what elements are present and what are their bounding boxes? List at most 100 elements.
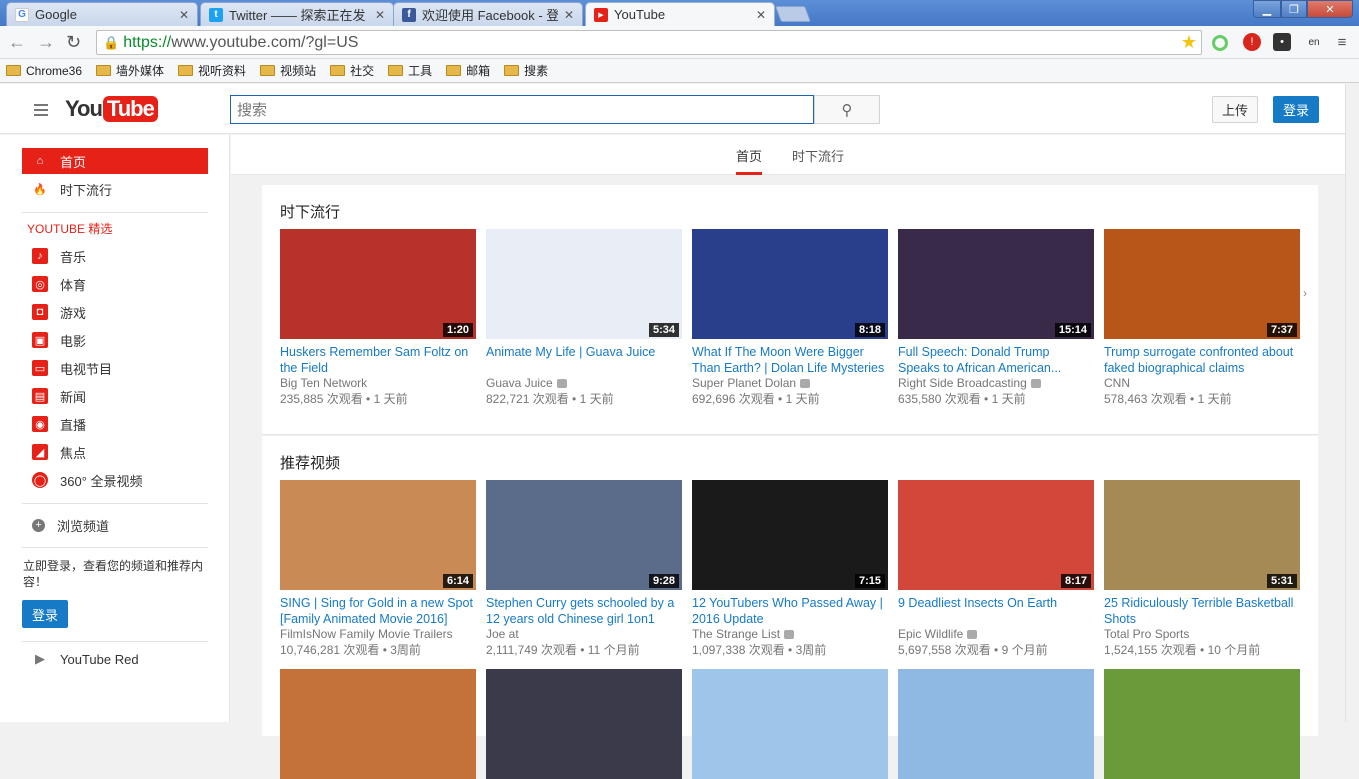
bookmark-folder[interactable]: 工具 xyxy=(388,62,432,79)
video-title[interactable]: Huskers Remember Sam Foltz on the Field xyxy=(280,344,476,376)
video-thumbnail[interactable]: 6:14 xyxy=(280,480,476,590)
channel-name[interactable]: CNN xyxy=(1104,376,1130,390)
video-card[interactable]: 9:28 Stephen Curry gets schooled by a 12 … xyxy=(486,480,682,658)
video-card[interactable]: 6:14 SING | Sing for Gold in a new Spot [… xyxy=(280,480,476,658)
close-tab-icon[interactable]: ✕ xyxy=(375,8,385,22)
video-thumbnail[interactable]: 5:34 xyxy=(486,229,682,339)
new-tab-button[interactable] xyxy=(775,6,811,22)
reload-icon[interactable]: ↻ xyxy=(66,32,81,53)
video-card[interactable]: 7:15 12 YouTubers Who Passed Away | 2016 … xyxy=(692,480,888,658)
guide-menu-icon[interactable] xyxy=(34,104,48,119)
bookmark-folder[interactable]: 视听资料 xyxy=(178,62,246,79)
video-thumbnail[interactable] xyxy=(486,669,682,779)
video-title[interactable]: 9 Deadliest Insects On Earth xyxy=(898,595,1094,627)
bookmark-folder[interactable]: 社交 xyxy=(330,62,374,79)
video-title[interactable]: Stephen Curry gets schooled by a 12 year… xyxy=(486,595,682,627)
video-title[interactable]: Animate My Life | Guava Juice xyxy=(486,344,682,376)
browser-tab-facebook[interactable]: f 欢迎使用 Facebook - 登 ✕ xyxy=(393,2,583,26)
video-card[interactable]: 7:37 Trump surrogate confronted about fak… xyxy=(1104,229,1300,407)
bookmark-folder[interactable]: 搜素 xyxy=(504,62,548,79)
sidebar-item-home[interactable]: ⌂ 首页 xyxy=(22,148,208,174)
sidebar-item-trending[interactable]: 🔥 时下流行 xyxy=(22,176,208,202)
sidebar-item-live[interactable]: ◉ 直播 xyxy=(22,411,208,437)
channel-name[interactable]: Big Ten Network xyxy=(280,376,367,390)
extension-red-icon[interactable]: ! xyxy=(1243,33,1261,51)
video-card[interactable]: 8:18 What If The Moon Were Bigger Than Ea… xyxy=(692,229,888,407)
video-thumbnail[interactable]: 5:31 xyxy=(1104,480,1300,590)
video-thumbnail[interactable] xyxy=(898,669,1094,779)
page-scrollbar[interactable] xyxy=(1345,84,1359,722)
close-window-icon[interactable]: ✕ xyxy=(1307,0,1353,18)
tab-home[interactable]: 首页 xyxy=(736,146,763,175)
chrome-menu-icon[interactable]: ≡ xyxy=(1333,33,1351,51)
upload-button[interactable]: 上传 xyxy=(1212,96,1258,123)
extension-dark-icon[interactable]: • xyxy=(1273,33,1291,51)
channel-name[interactable]: Joe at xyxy=(486,627,519,641)
browser-tab-google[interactable]: G Google ✕ xyxy=(6,2,198,26)
bookmark-folder[interactable]: 视频站 xyxy=(260,62,316,79)
video-thumbnail[interactable]: 7:37 xyxy=(1104,229,1300,339)
shelf-next-arrow-icon[interactable]: › xyxy=(1303,286,1307,300)
sidebar-item-youtube-red[interactable]: ▶ YouTube Red xyxy=(22,646,208,672)
extension-green-icon[interactable] xyxy=(1212,35,1228,51)
sidebar-item-360[interactable]: ◯ 360° 全景视频 xyxy=(22,467,208,493)
video-title[interactable]: Trump surrogate confronted about faked b… xyxy=(1104,344,1300,376)
video-thumbnail[interactable]: 7:15 xyxy=(692,480,888,590)
channel-name[interactable]: Epic Wildlife xyxy=(898,627,963,641)
sidebar-item-gaming[interactable]: ◘ 游戏 xyxy=(22,299,208,325)
search-button[interactable]: ⚲ xyxy=(814,95,880,124)
video-thumbnail[interactable]: 9:28 xyxy=(486,480,682,590)
bookmark-folder[interactable]: 墙外媒体 xyxy=(96,62,164,79)
sidebar-item-browse-channels[interactable]: + 浏览频道 xyxy=(22,512,208,538)
video-title[interactable]: 12 YouTubers Who Passed Away | 2016 Upda… xyxy=(692,595,888,627)
browser-tab-youtube[interactable]: ▶ YouTube ✕ xyxy=(585,2,775,26)
forward-icon[interactable]: → xyxy=(37,32,55,53)
video-card[interactable]: 5:31 25 Ridiculously Terrible Basketball … xyxy=(1104,480,1300,658)
translate-extension-icon[interactable]: en xyxy=(1305,33,1323,51)
bookmark-folder[interactable]: Chrome36 xyxy=(6,64,82,78)
bookmark-star-icon[interactable]: ★ xyxy=(1181,32,1197,53)
video-title[interactable]: 25 Ridiculously Terrible Basketball Shot… xyxy=(1104,595,1300,627)
tab-trending[interactable]: 时下流行 xyxy=(792,146,844,165)
sidebar-sign-in-button[interactable]: 登录 xyxy=(22,600,68,628)
maximize-icon[interactable]: ❐ xyxy=(1281,0,1307,18)
video-title[interactable]: What If The Moon Were Bigger Than Earth?… xyxy=(692,344,888,376)
channel-name[interactable]: FilmIsNow Family Movie Trailers xyxy=(280,627,453,641)
address-bar[interactable]: 🔒 https:// www.youtube.com/?gl=US ★ xyxy=(96,30,1202,55)
sign-in-button[interactable]: 登录 xyxy=(1273,96,1319,123)
minimize-icon[interactable]: ▁ xyxy=(1253,0,1281,18)
sidebar-item-sports[interactable]: ◎ 体育 xyxy=(22,271,208,297)
bookmark-folder[interactable]: 邮箱 xyxy=(446,62,490,79)
browser-tab-twitter[interactable]: t Twitter —— 探索正在发 ✕ xyxy=(200,2,394,26)
video-card[interactable]: 1:20 Huskers Remember Sam Foltz on the Fi… xyxy=(280,229,476,407)
video-title[interactable]: SING | Sing for Gold in a new Spot [Fami… xyxy=(280,595,476,627)
video-thumbnail[interactable]: 15:14 xyxy=(898,229,1094,339)
channel-name[interactable]: Total Pro Sports xyxy=(1104,627,1189,641)
video-thumbnail[interactable]: 8:17 xyxy=(898,480,1094,590)
youtube-logo[interactable]: You Tube xyxy=(65,96,158,122)
video-thumbnail[interactable]: 1:20 xyxy=(280,229,476,339)
video-thumbnail[interactable] xyxy=(1104,669,1300,779)
channel-name[interactable]: The Strange List xyxy=(692,627,780,641)
video-thumbnail[interactable] xyxy=(692,669,888,779)
sidebar-item-music[interactable]: ♪ 音乐 xyxy=(22,243,208,269)
youtube-red-icon: ▶ xyxy=(35,651,45,666)
channel-name[interactable]: Super Planet Dolan xyxy=(692,376,796,390)
back-icon[interactable]: ← xyxy=(8,32,26,53)
close-tab-icon[interactable]: ✕ xyxy=(564,8,574,22)
sidebar-item-spotlight[interactable]: ◢ 焦点 xyxy=(22,439,208,465)
sidebar-item-news[interactable]: ▤ 新闻 xyxy=(22,383,208,409)
channel-name[interactable]: Guava Juice xyxy=(486,376,553,390)
video-card[interactable]: 8:17 9 Deadliest Insects On Earth Epic Wil… xyxy=(898,480,1094,658)
video-thumbnail[interactable] xyxy=(280,669,476,779)
video-card[interactable]: 5:34 Animate My Life | Guava Juice Guava J… xyxy=(486,229,682,407)
video-card[interactable]: 15:14 Full Speech: Donald Trump Speaks to… xyxy=(898,229,1094,407)
sidebar-item-tv[interactable]: ▭ 电视节目 xyxy=(22,355,208,381)
close-tab-icon[interactable]: ✕ xyxy=(756,8,766,22)
close-tab-icon[interactable]: ✕ xyxy=(179,8,189,22)
channel-name[interactable]: Right Side Broadcasting xyxy=(898,376,1027,390)
video-title[interactable]: Full Speech: Donald Trump Speaks to Afri… xyxy=(898,344,1094,376)
search-input[interactable]: 搜索 xyxy=(230,95,814,124)
sidebar-item-movies[interactable]: ▣ 电影 xyxy=(22,327,208,353)
video-thumbnail[interactable]: 8:18 xyxy=(692,229,888,339)
